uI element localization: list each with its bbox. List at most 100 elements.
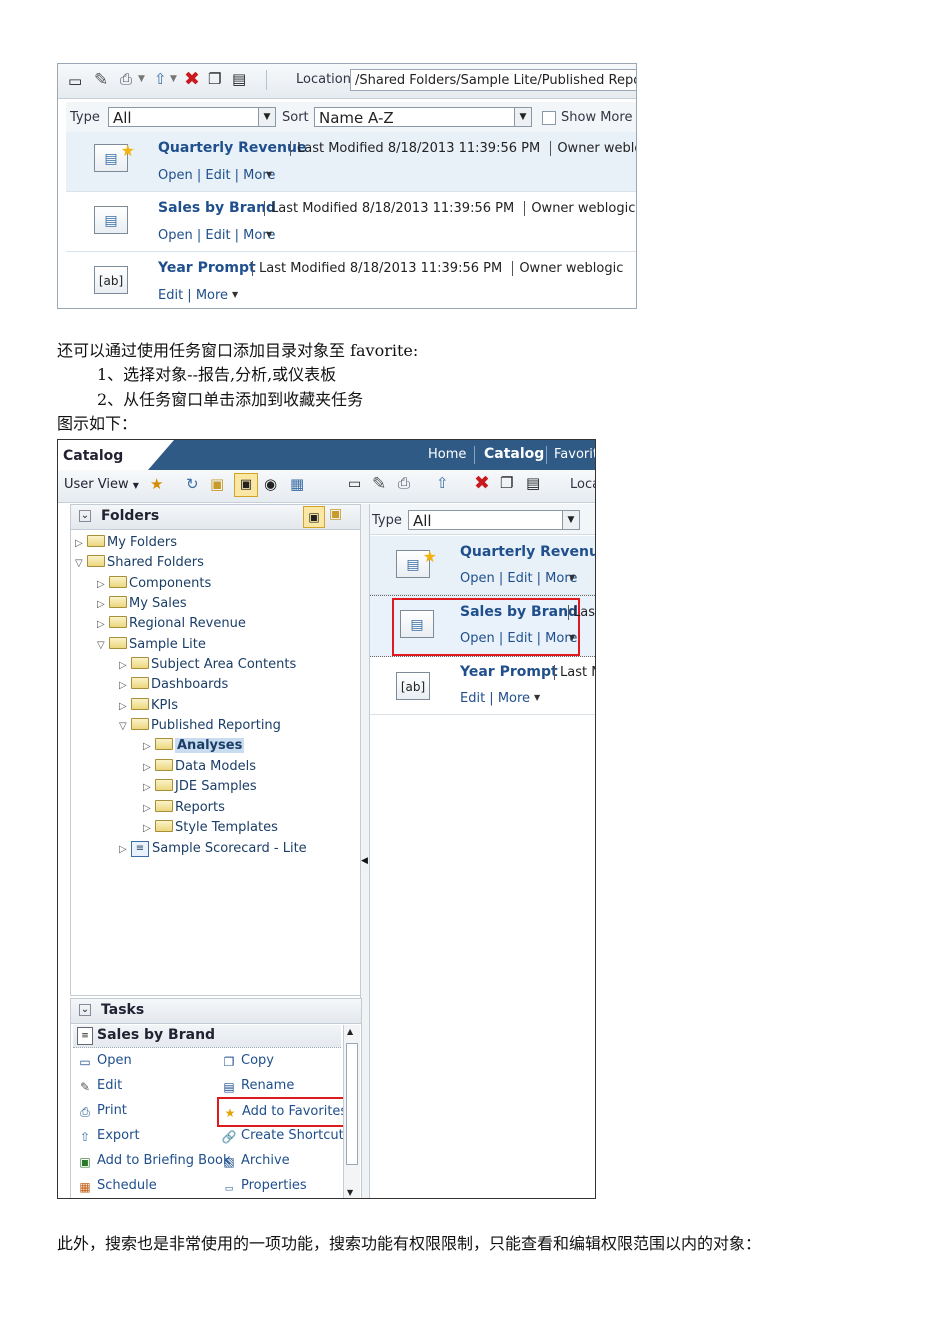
list-item[interactable]: ▤ ★ Quarterly Revenue Open | Edit | More … [370,536,595,595]
nav-favorites[interactable]: Favorit [554,447,595,462]
tree-item-regional-revenue[interactable]: ▷ Regional Revenue [97,615,246,633]
chevron-down-icon[interactable]: ▼ [266,170,272,179]
tree-item-my-sales[interactable]: ▷ My Sales [97,595,187,613]
edit-icon[interactable]: ✎ [372,474,386,494]
scrollbar-thumb[interactable] [346,1043,358,1165]
export-icon[interactable]: ⇧ [436,474,449,492]
type-select[interactable]: All ▼ [408,510,580,530]
tree-view-icon[interactable]: ▣ [303,506,325,528]
task-create-shortcut[interactable]: 🔗 Create Shortcut [221,1126,344,1146]
list-item[interactable]: [ab] Year Prompt Last M Edit | More ▼ [370,656,595,715]
task-edit[interactable]: ✎ Edit [77,1076,122,1096]
collapse-icon[interactable]: ▽ [75,555,87,573]
list-item[interactable]: ▤ ★ Quarterly Revenue Last Modified 8/18/… [66,132,636,192]
delete-icon[interactable]: ✖ [474,472,490,494]
tree-item-sample-lite[interactable]: ▽ Sample Lite [97,636,206,654]
tree-item-jde-samples[interactable]: ▷ JDE Samples [143,778,257,796]
show-more-checkbox[interactable] [542,111,556,125]
toolbar-open-icon[interactable]: ▭ [68,72,82,90]
item-actions[interactable]: Open | Edit | More [158,168,275,183]
item-actions[interactable]: Open | Edit | More [158,228,275,243]
task-add-to-briefing-book[interactable]: ▣ Add to Briefing Book [77,1151,230,1171]
item-actions[interactable]: Open | Edit | More [460,571,577,586]
collapse-icon[interactable]: ▽ [97,637,109,655]
expand-icon[interactable]: ▷ [143,738,155,756]
toolbar-delete-icon[interactable]: ✖ [184,68,200,90]
collapse-icon[interactable]: ⌄ [79,510,91,522]
search-icon[interactable]: ◉ [264,475,277,493]
tree-item-kpis[interactable]: ▷ KPIs [119,697,178,715]
item-actions[interactable]: Open | Edit | More [460,631,577,646]
toolbar-print-dropdown-icon[interactable]: ▼ [138,74,145,84]
collapse-left-icon[interactable]: ◀ [361,856,368,866]
item-actions[interactable]: Edit | More [158,288,228,303]
show-folders-icon[interactable]: ▣ [234,473,258,497]
expand-icon[interactable]: ▷ [75,535,87,553]
expand-icon[interactable]: ▷ [143,800,155,818]
view-selector[interactable]: User View ▼ [64,477,139,492]
item-title[interactable]: Quarterly Revenue [460,544,595,560]
task-properties[interactable]: ▭ Properties [221,1176,307,1196]
item-title[interactable]: Sales by Brand [158,200,276,216]
chevron-down-icon[interactable]: ▼ [569,573,575,582]
toolbar-print-icon[interactable]: ⎙ [120,70,132,88]
list-item-selected[interactable]: ▤ Sales by Brand Las Open | Edit | More … [370,595,595,657]
expand-icon[interactable]: ▷ [97,596,109,614]
tree-item-published-reporting[interactable]: ▽ Published Reporting [119,717,281,735]
scroll-down-icon[interactable]: ▼ [347,1188,353,1197]
task-open[interactable]: ▭ Open [77,1051,131,1071]
task-rename[interactable]: ▤ Rename [221,1076,294,1096]
tree-item-style-templates[interactable]: ▷ Style Templates [143,819,278,837]
tree-item-analyses[interactable]: ▷ Analyses [143,737,245,756]
list-item[interactable]: ▤ Sales by Brand Last Modified 8/18/2013… [66,192,636,252]
copy-icon[interactable]: ❐ [500,474,513,492]
item-actions[interactable]: Edit | More [460,691,530,706]
paste-icon[interactable]: ▤ [526,474,540,492]
expand-icon[interactable]: ▷ [143,820,155,838]
item-title[interactable]: Year Prompt [460,664,558,680]
tree-item-sample-scorecard[interactable]: ▷ ≡ Sample Scorecard - Lite [119,840,307,858]
expand-icon[interactable]: ▷ [143,779,155,797]
task-schedule[interactable]: ▦ Schedule [77,1176,156,1196]
nav-home[interactable]: Home [428,447,466,462]
list-item[interactable]: [ab] Year Prompt Last Modified 8/18/2013… [66,252,636,307]
expand-icon[interactable]: ▷ [119,698,131,716]
toolbar-copy-icon[interactable]: ❐ [208,70,221,88]
chevron-down-icon[interactable]: ▼ [232,290,238,299]
open-icon[interactable]: ▭ [348,476,361,492]
collapse-icon[interactable]: ▽ [119,718,131,736]
task-export[interactable]: ⇧ Export [77,1126,140,1146]
collapse-icon[interactable]: ⌄ [79,1004,91,1016]
print-icon[interactable]: ⎙ [398,474,410,492]
folder-up-icon[interactable]: ▣ [210,475,224,493]
tree-item-components[interactable]: ▷ Components [97,575,211,593]
tasks-scrollbar[interactable]: ▲ ▼ [343,1025,360,1198]
expand-icon[interactable]: ▷ [143,759,155,777]
nav-catalog[interactable]: Catalog [484,446,544,462]
new-icon[interactable]: ★ [150,475,163,493]
task-print[interactable]: ⎙ Print [77,1101,127,1121]
tree-item-dashboards[interactable]: ▷ Dashboards [119,676,228,694]
tree-item-shared-folders[interactable]: ▽ Shared Folders [75,554,204,572]
scroll-up-icon[interactable]: ▲ [347,1027,353,1036]
chevron-down-icon[interactable]: ▼ [266,230,272,239]
toolbar-export-icon[interactable]: ⇧ [154,70,167,88]
tree-item-subject-area-contents[interactable]: ▷ Subject Area Contents [119,656,296,674]
task-add-to-favorites[interactable]: ★ Add to Favorites [217,1097,353,1127]
expand-icon[interactable]: ▷ [119,841,131,859]
task-archive[interactable]: ▧ Archive [221,1151,289,1171]
task-copy[interactable]: ❐ Copy [221,1051,274,1071]
tree-item-data-models[interactable]: ▷ Data Models [143,758,256,776]
item-title[interactable]: Sales by Brand [460,604,578,620]
toolbar-paste-icon[interactable]: ▤ [232,70,246,88]
item-title[interactable]: Quarterly Revenue [158,140,306,156]
refresh-icon[interactable]: ↻ [186,475,199,493]
type-select[interactable]: All ▼ [108,107,276,127]
location-field[interactable]: /Shared Folders/Sample Lite/Published Re… [350,69,636,91]
chevron-down-icon[interactable]: ▼ [569,633,575,642]
chevron-down-icon[interactable]: ▼ [534,693,540,702]
folder-options-icon[interactable]: ▣ [329,506,342,522]
item-title[interactable]: Year Prompt [158,260,256,276]
toolbar-export-dropdown-icon[interactable]: ▼ [170,74,177,84]
toolbar-edit-icon[interactable]: ✎ [94,70,108,90]
